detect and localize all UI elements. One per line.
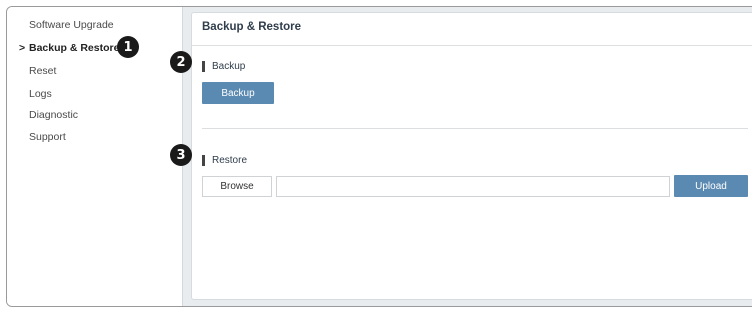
sidebar-item-logs[interactable]: Logs <box>29 88 52 100</box>
browse-button[interactable]: Browse <box>202 176 272 197</box>
app-window: Software Upgrade > Backup & Restore Reset… <box>6 6 752 307</box>
restore-section-heading: Restore <box>202 155 247 166</box>
sidebar-item-support[interactable]: Support <box>29 131 66 143</box>
sidebar-nav: Software Upgrade > Backup & Restore Reset… <box>7 7 183 306</box>
sidebar-item-label: Reset <box>29 65 57 77</box>
sidebar-item-label: Software Upgrade <box>29 19 114 31</box>
sidebar-item-label: Diagnostic <box>29 109 79 121</box>
sidebar-item-label: Support <box>29 131 66 143</box>
page-title: Backup & Restore <box>202 21 302 33</box>
backup-button[interactable]: Backup <box>202 82 274 104</box>
file-path-field[interactable] <box>276 176 670 197</box>
backup-restore-panel: Backup & Restore Backup Backup Restore B… <box>191 12 752 300</box>
sidebar-item-software-upgrade[interactable]: Software Upgrade <box>29 19 114 31</box>
callout-marker-2: 2 <box>170 51 192 73</box>
upload-button[interactable]: Upload <box>674 175 748 197</box>
sidebar-item-label: Logs <box>29 88 52 100</box>
section-divider <box>202 128 748 129</box>
title-divider <box>192 45 752 46</box>
sidebar-item-diagnostic[interactable]: Diagnostic <box>29 109 78 121</box>
chevron-right-icon: > <box>19 42 26 54</box>
backup-section-heading: Backup <box>202 61 245 72</box>
sidebar-item-backup-restore[interactable]: > Backup & Restore <box>19 42 119 54</box>
callout-marker-1: 1 <box>117 36 139 58</box>
sidebar-item-reset[interactable]: Reset <box>29 65 56 77</box>
sidebar-item-label: Backup & Restore <box>29 42 120 54</box>
callout-marker-3: 3 <box>170 144 192 166</box>
